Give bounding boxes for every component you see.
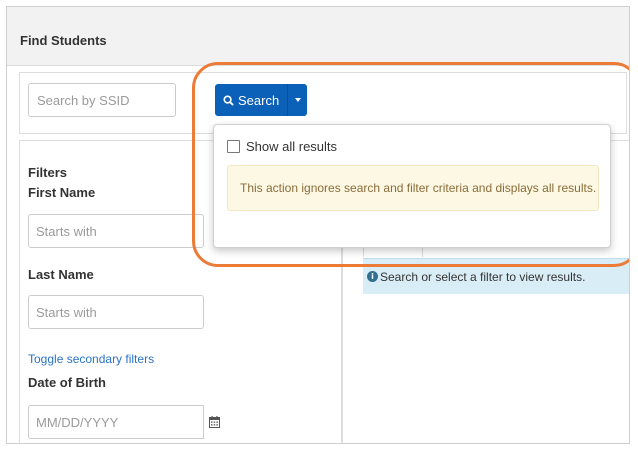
search-icon [223, 94, 234, 106]
search-options-dropdown: Show all results This action ignores sea… [213, 124, 611, 248]
toggle-secondary-filters-link[interactable]: Toggle secondary filters [28, 352, 154, 366]
show-all-warning: This action ignores search and filter cr… [227, 165, 599, 211]
date-of-birth-group [28, 405, 224, 439]
search-button-label: Search [238, 92, 280, 108]
results-info-message: i Search or select a filter to view resu… [363, 258, 629, 294]
first-name-input[interactable] [28, 214, 204, 248]
results-info-text: Search or select a filter to view result… [380, 269, 586, 284]
info-icon: i [367, 271, 378, 282]
show-all-warning-text: This action ignores search and filter cr… [240, 181, 597, 195]
date-of-birth-label: Date of Birth [28, 375, 106, 390]
filters-heading: Filters [28, 165, 68, 180]
find-students-frame: Find Students Search Filters First Name … [6, 6, 630, 444]
search-button-group: Search [215, 84, 308, 116]
search-options-dropdown-toggle[interactable] [287, 84, 308, 116]
last-name-input[interactable] [28, 295, 204, 329]
search-button[interactable]: Search [215, 84, 288, 116]
calendar-icon [208, 416, 220, 428]
ssid-search-input[interactable] [28, 83, 176, 117]
caret-down-icon [294, 98, 301, 102]
calendar-button[interactable] [204, 405, 224, 439]
show-all-results-label: Show all results [246, 139, 338, 154]
last-name-label: Last Name [28, 267, 94, 282]
show-all-results-option[interactable]: Show all results [227, 139, 337, 154]
date-of-birth-input[interactable] [28, 405, 204, 439]
show-all-results-checkbox[interactable] [227, 140, 240, 153]
page-title: Find Students [20, 33, 107, 48]
header-bar: Find Students [7, 7, 629, 66]
first-name-label: First Name [28, 185, 96, 200]
